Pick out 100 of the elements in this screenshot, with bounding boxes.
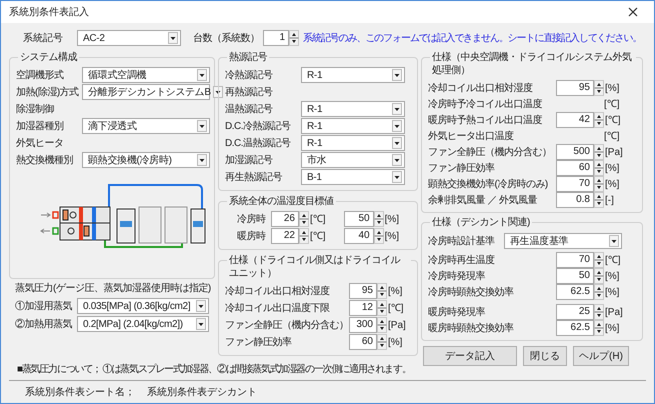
number-field[interactable]: 25 <box>556 304 594 320</box>
unit-label: [℃] <box>310 212 326 226</box>
number-field[interactable]: 42 <box>556 112 594 128</box>
spin-buttons[interactable] <box>594 304 604 320</box>
window-title: 系統別条件表記入 <box>9 6 89 20</box>
group-title: 仕様（中央空調機・ドライコイルシステム外気処理側） <box>430 51 636 77</box>
unit-label: [%] <box>605 178 620 192</box>
field-label: ①加湿用蒸気 <box>15 300 73 314</box>
field-label: 暖房時顕熱交換効率 <box>428 322 514 336</box>
number-field[interactable]: 50 <box>344 211 374 227</box>
field-label: 加熱(除湿)方式 <box>16 86 80 100</box>
field-label: 冷熱源記号 <box>225 68 274 82</box>
spin-buttons[interactable] <box>377 334 387 350</box>
dropdown[interactable]: 再生温度基準 <box>504 233 622 249</box>
field-label: ②加熱用蒸気 <box>15 318 73 332</box>
section-label: 蒸気圧力(ゲージ圧、蒸気加湿器使用時は指定) <box>15 282 211 296</box>
unit-label: [℃] <box>604 98 620 112</box>
number-field[interactable]: 40 <box>344 228 374 244</box>
number-field[interactable]: 300 <box>349 317 377 333</box>
number-field[interactable]: 500 <box>556 144 594 160</box>
dropdown[interactable]: 0.035[MPa] (0.36[kg/cm2] <box>77 298 209 314</box>
dropdown[interactable]: R-1 <box>301 118 405 134</box>
field-label: 加湿器種別 <box>16 120 64 134</box>
number-field[interactable]: 50 <box>556 268 594 284</box>
unit-label: [℃] <box>604 130 620 144</box>
spin-buttons[interactable] <box>377 317 387 333</box>
unit-label: [Pa] <box>388 318 406 332</box>
spin-buttons[interactable] <box>377 300 387 316</box>
dropdown[interactable]: 滴下浸透式 <box>82 118 210 134</box>
field-label: 加湿源記号 <box>225 154 274 168</box>
number-field[interactable]: 0.8 <box>556 192 594 208</box>
number-field[interactable]: 95 <box>349 283 377 299</box>
spin-buttons[interactable] <box>594 268 604 284</box>
number-field[interactable]: 95 <box>556 80 594 96</box>
unit-label: [℃] <box>605 254 621 268</box>
number-field[interactable]: 22 <box>271 228 299 244</box>
field-label: 余剰排気風量 ／ 外気風量 <box>428 194 538 208</box>
dropdown[interactable]: R-1 <box>301 67 405 83</box>
number-field[interactable]: 62.5 <box>556 284 594 300</box>
unit-label: [%] <box>384 212 400 226</box>
field-label: 冷房時発現率 <box>428 270 486 284</box>
dropdown[interactable]: B-1 <box>301 169 405 185</box>
spin-buttons[interactable] <box>299 228 309 244</box>
field-label: 空調機形式 <box>16 68 64 82</box>
unit-label: [℃] <box>388 302 404 316</box>
button[interactable]: ヘルプ(H) <box>573 346 629 366</box>
spin-buttons[interactable] <box>594 192 604 208</box>
button[interactable]: データ記入 <box>423 346 517 366</box>
number-field[interactable]: 62.5 <box>556 320 594 336</box>
number-field[interactable]: 26 <box>271 211 299 227</box>
field-label: 冷房時 <box>237 212 266 226</box>
unit-label: [Pa] <box>605 306 623 320</box>
field-label: 暖房時予熱コイル出口温度 <box>428 114 543 128</box>
spin-buttons[interactable] <box>299 211 309 227</box>
field-label: ファン静圧効率 <box>428 162 496 176</box>
status-value: 系統別条件表デシカント <box>147 386 257 400</box>
dropdown[interactable]: 市水 <box>301 152 405 168</box>
button[interactable]: 閉じる <box>523 346 567 366</box>
number-field[interactable]: 70 <box>556 176 594 192</box>
close-icon[interactable] <box>628 7 638 17</box>
number-field[interactable]: 60 <box>556 160 594 176</box>
dropdown[interactable]: 0.2[MPa] (2.04[kg/cm2]) <box>77 316 209 332</box>
dropdown[interactable]: 循環式空調機 <box>82 67 210 83</box>
field-label: 暖房時 <box>237 230 266 244</box>
spin-buttons[interactable] <box>594 144 604 160</box>
number-field[interactable]: 12 <box>349 300 377 316</box>
spin-buttons[interactable] <box>594 320 604 336</box>
group-title: 仕様（デシカント関連) <box>430 216 532 229</box>
spin-buttons[interactable] <box>377 283 387 299</box>
unit-label: [%] <box>605 322 620 336</box>
spin-buttons[interactable] <box>594 80 604 96</box>
unit-label: [%] <box>605 270 620 284</box>
field-label: 外気ヒータ出口温度 <box>428 130 514 144</box>
number-field[interactable]: 1 <box>263 30 289 46</box>
unit-label: [-] <box>605 194 614 208</box>
dropdown[interactable]: R-1 <box>301 101 405 117</box>
spin-buttons[interactable] <box>374 211 384 227</box>
field-label: 熱交換機種別 <box>16 154 74 168</box>
number-field[interactable]: 60 <box>349 334 377 350</box>
spin-buttons[interactable] <box>289 30 299 46</box>
field-label: 冷房時設計基準 <box>428 234 496 248</box>
field-label: 暖房時発現率 <box>428 306 486 320</box>
field-label: D.C.冷熱源記号 <box>225 120 292 134</box>
spin-buttons[interactable] <box>594 252 604 268</box>
number-field[interactable]: 70 <box>556 252 594 268</box>
dropdown[interactable]: 顕熱交換機(冷房時) <box>82 152 210 168</box>
field-label: 再生熱源記号 <box>225 170 283 184</box>
spin-buttons[interactable] <box>374 228 384 244</box>
dropdown[interactable]: AC-2 <box>77 30 181 46</box>
field-label: 外気ヒータ <box>16 136 64 150</box>
field-label: 顕熱交換機効率(冷房時のみ) <box>428 178 549 192</box>
group-title: システム構成 <box>18 51 79 64</box>
unit-label: [%] <box>605 162 620 176</box>
unit-label: [%] <box>605 286 620 300</box>
spin-buttons[interactable] <box>594 160 604 176</box>
field-label: D.C.温熱源記号 <box>225 136 292 150</box>
spin-buttons[interactable] <box>594 284 604 300</box>
spin-buttons[interactable] <box>594 176 604 192</box>
spin-buttons[interactable] <box>594 112 604 128</box>
dropdown[interactable]: R-1 <box>301 135 405 151</box>
